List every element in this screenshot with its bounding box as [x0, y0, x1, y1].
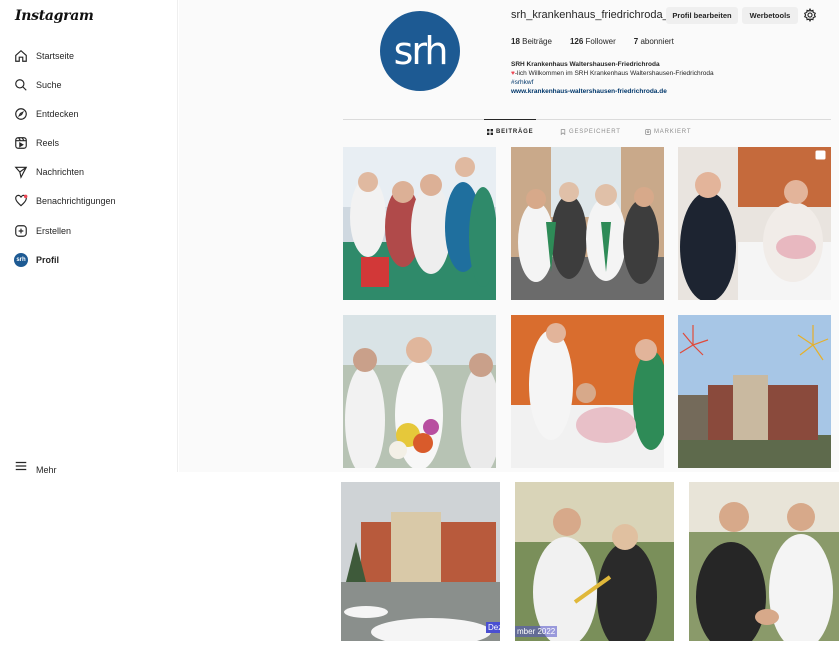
post-thumbnail[interactable]: [689, 482, 839, 641]
compass-icon: [14, 107, 28, 121]
date-overlay-right: mber 2022: [515, 626, 558, 637]
post-thumbnail[interactable]: mber 2022: [515, 482, 674, 641]
sidebar-item-reels[interactable]: Reels: [14, 132, 59, 154]
search-icon: [14, 78, 28, 92]
sidebar-item-label: Benachrichtigungen: [36, 196, 116, 206]
sidebar-item-label: Mehr: [36, 465, 57, 473]
sidebar-item-label: Profil: [36, 255, 60, 265]
photo-building-winter: [341, 482, 500, 641]
tagged-icon: [645, 129, 651, 135]
tab-tagged[interactable]: MARKIERT: [645, 129, 691, 135]
send-icon: [14, 165, 28, 179]
bio-line: ♥-lich Willkommen im SRH Krankenhaus Wal…: [511, 70, 714, 77]
sidebar-item-search[interactable]: Suche: [14, 74, 62, 96]
ad-tools-button[interactable]: Werbetools: [742, 7, 798, 24]
bio-hashtag[interactable]: #srhkwf: [511, 78, 714, 87]
sidebar-item-profile[interactable]: srh Profil: [14, 249, 59, 271]
photo-key-handover: [515, 482, 674, 641]
post-thumbnail[interactable]: [343, 315, 496, 468]
photo-birth: [511, 315, 664, 468]
post-thumbnail[interactable]: [511, 315, 664, 468]
tab-saved[interactable]: GESPEICHERT: [560, 129, 621, 135]
bio-link[interactable]: www.krankenhaus-waltershausen-friedrichr…: [511, 87, 714, 96]
sidebar-item-label: Reels: [36, 138, 60, 148]
gear-icon[interactable]: [803, 8, 817, 22]
profile-bio: SRH Krankenhaus Waltershausen-Friedrichr…: [511, 60, 714, 96]
edit-profile-button[interactable]: Profil bearbeiten: [666, 7, 738, 24]
sidebar-item-label: Erstellen: [36, 226, 72, 236]
photo-newborn: [678, 147, 831, 300]
bookmark-icon: [560, 129, 566, 135]
home-icon: [14, 49, 28, 63]
sidebar-item-label: Startseite: [36, 51, 75, 61]
bio-name: SRH Krankenhaus Waltershausen-Friedrichr…: [511, 61, 660, 68]
sidebar-item-more[interactable]: Mehr: [14, 459, 57, 473]
post-thumbnail[interactable]: [678, 147, 831, 300]
post-thumbnail[interactable]: [678, 315, 831, 468]
photo-building-fireworks: [678, 315, 831, 468]
sidebar-item-notifications[interactable]: Benachrichtigungen: [14, 190, 116, 212]
post-thumbnail[interactable]: [511, 147, 664, 300]
avatar: srh: [14, 253, 28, 267]
heart-icon: [14, 194, 28, 208]
sidebar-item-create[interactable]: Erstellen: [14, 220, 71, 242]
menu-icon: [14, 459, 28, 473]
date-overlay-left: Dez: [486, 622, 500, 633]
sidebar-item-explore[interactable]: Entdecken: [14, 103, 79, 125]
post-thumbnail[interactable]: Dez: [341, 482, 500, 641]
sidebar-item-home[interactable]: Startseite: [14, 45, 74, 67]
avatar-logo-text: srh: [393, 29, 449, 73]
header-divider: [343, 119, 831, 120]
post-thumbnail[interactable]: [343, 147, 496, 300]
plus-square-icon: [14, 224, 28, 238]
photo-volunteers: [511, 147, 664, 300]
photo-staff-group: [343, 147, 496, 300]
sidebar-item-label: Nachrichten: [36, 167, 85, 177]
grid-icon: [487, 129, 493, 135]
sidebar-item-label: Entdecken: [36, 109, 79, 119]
posts-stat: 18 Beiträge: [511, 37, 552, 46]
photo-flowers: [343, 315, 496, 468]
profile-stats: 18 Beiträge 126 Follower 7 abonniert: [511, 37, 692, 46]
instagram-logo[interactable]: Instagram: [15, 8, 94, 24]
following-stat[interactable]: 7 abonniert: [634, 37, 674, 46]
profile-avatar[interactable]: srh: [380, 11, 460, 91]
reels-icon: [14, 136, 28, 150]
sidebar-item-label: Suche: [36, 80, 62, 90]
followers-stat[interactable]: 126 Follower: [570, 37, 616, 46]
tab-posts[interactable]: BEITRÄGE: [483, 119, 537, 135]
photo-handshake: [689, 482, 839, 641]
username: srh_krankenhaus_friedrichroda_: [511, 9, 669, 21]
sidebar-item-messages[interactable]: Nachrichten: [14, 161, 84, 183]
sidebar: Instagram Startseite Suche Entdecken Ree…: [0, 0, 178, 473]
